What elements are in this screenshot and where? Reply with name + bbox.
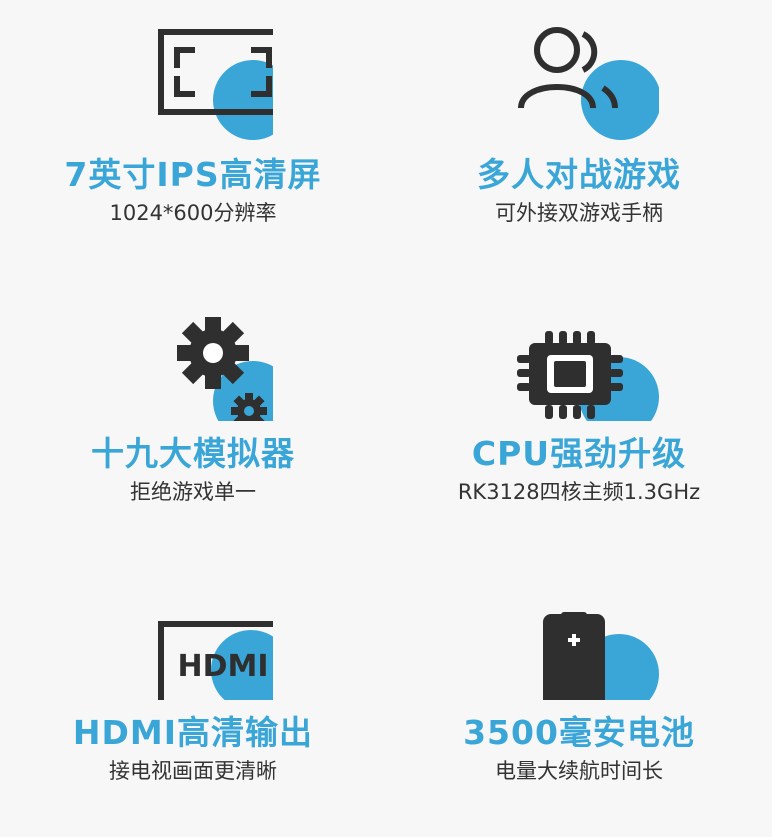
feature-battery: 3500毫安电池 电量大续航时间长	[386, 558, 772, 837]
feature-multiplayer: 多人对战游戏 可外接双游戏手柄	[386, 0, 772, 279]
feature-screen: 7英寸IPS高清屏 1024*600分辨率	[0, 0, 386, 279]
feature-hdmi: HDMI HDMI高清输出 接电视画面更清晰	[0, 558, 386, 837]
feature-title: 7英寸IPS高清屏	[64, 155, 322, 194]
feature-title: CPU强劲升级	[471, 434, 687, 473]
cpu-icon	[499, 301, 659, 421]
feature-subtitle: 电量大续航时间长	[495, 759, 663, 783]
feature-title: 十九大模拟器	[91, 434, 295, 473]
feature-title: HDMI高清输出	[72, 713, 314, 752]
feature-subtitle: 接电视画面更清晰	[109, 759, 277, 783]
battery-icon	[499, 580, 659, 700]
feature-title: 多人对战游戏	[477, 155, 681, 194]
feature-subtitle: 1024*600分辨率	[109, 201, 277, 225]
feature-subtitle: 拒绝游戏单一	[130, 480, 256, 504]
gears-icon	[113, 301, 273, 421]
feature-subtitle: RK3128四核主频1.3GHz	[457, 480, 701, 504]
feature-title: 3500毫安电池	[463, 713, 695, 752]
feature-emulators: 十九大模拟器 拒绝游戏单一	[0, 279, 386, 558]
screen-icon	[113, 22, 273, 142]
feature-cpu: CPU强劲升级 RK3128四核主频1.3GHz	[386, 279, 772, 558]
hdmi-icon: HDMI	[113, 580, 273, 700]
feature-grid: 7英寸IPS高清屏 1024*600分辨率 多人对战游戏 可外接双游戏手柄 十九…	[0, 0, 772, 837]
feature-subtitle: 可外接双游戏手柄	[495, 201, 663, 225]
hdmi-icon-text: HDMI	[177, 649, 268, 684]
users-icon	[499, 22, 659, 142]
